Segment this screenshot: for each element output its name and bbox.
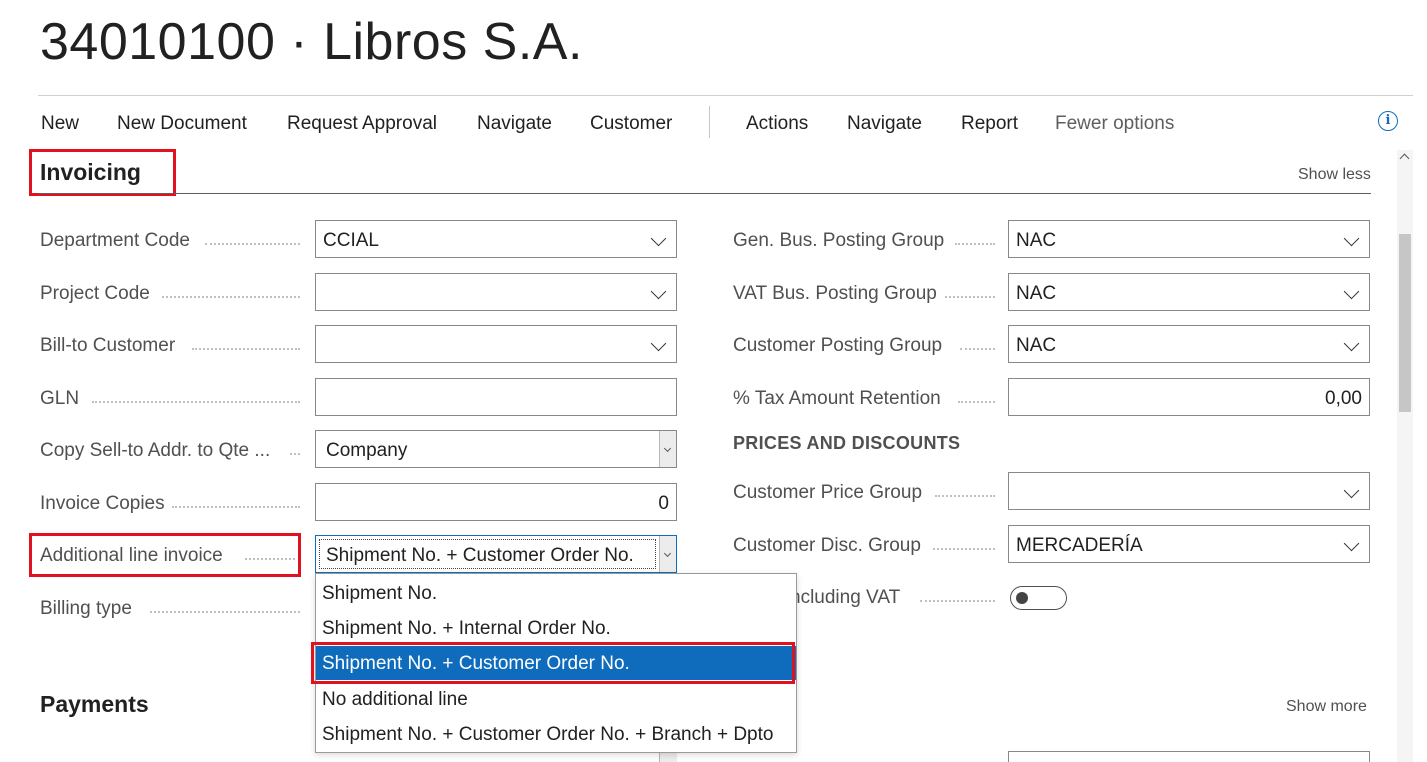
customer-disc-group-field[interactable]: MERCADERÍA	[1008, 525, 1370, 563]
additional-line-invoice-select[interactable]: Shipment No. + Customer Order No.	[315, 535, 677, 573]
chevron-down-icon	[650, 335, 667, 352]
chevron-down-icon	[650, 230, 667, 247]
gln-field[interactable]	[315, 378, 677, 416]
customer-price-group-label: Customer Price Group	[733, 482, 923, 503]
action-actions[interactable]: Actions	[746, 113, 808, 135]
invoice-copies-field[interactable]: 0	[315, 483, 677, 521]
gen-bus-posting-group-label: Gen. Bus. Posting Group	[733, 230, 945, 251]
tax-amount-retention-field[interactable]: 0,00	[1008, 378, 1370, 416]
action-bar: New New Document Request Approval Naviga…	[38, 95, 1413, 151]
action-navigate[interactable]: Navigate	[477, 113, 552, 135]
prices-and-discounts-heading: PRICES AND DISCOUNTS	[733, 433, 961, 453]
vat-bus-posting-group-label: VAT Bus. Posting Group	[733, 283, 937, 304]
action-separator	[709, 106, 710, 138]
prices-including-vat-toggle[interactable]	[1010, 586, 1067, 610]
leader-dots	[290, 453, 300, 455]
page-title: 34010100 · Libros S.A.	[40, 13, 583, 71]
project-code-label: Project Code	[40, 283, 150, 304]
leader-dots	[945, 296, 995, 298]
annotation-box-selected-option	[311, 642, 795, 684]
department-code-field[interactable]: CCIAL	[315, 220, 677, 258]
leader-dots	[172, 506, 300, 508]
bill-to-customer-field[interactable]	[315, 325, 677, 363]
action-new-document[interactable]: New Document	[117, 113, 247, 135]
leader-dots	[955, 243, 995, 245]
action-request-approval[interactable]: Request Approval	[287, 113, 437, 135]
leader-dots	[958, 401, 995, 403]
show-more-link[interactable]: Show more	[1286, 698, 1367, 716]
dropdown-option[interactable]: Shipment No. + Internal Order No.	[316, 611, 796, 645]
dropdown-option[interactable]: Shipment No.	[316, 576, 796, 610]
invoice-copies-label: Invoice Copies	[40, 493, 165, 514]
billing-type-label: Billing type	[40, 598, 132, 619]
section-divider	[38, 193, 1371, 194]
annotation-box-invoicing	[29, 149, 176, 196]
chevron-down-icon	[650, 283, 667, 300]
info-icon[interactable]: i	[1378, 111, 1398, 131]
toggle-knob	[1016, 592, 1028, 604]
action-report[interactable]: Report	[961, 113, 1018, 135]
chevron-down-icon	[1343, 335, 1360, 352]
gen-bus-posting-group-field[interactable]: NAC	[1008, 220, 1370, 258]
leader-dots	[935, 495, 995, 497]
fewer-options-button[interactable]: Fewer options	[1055, 113, 1174, 135]
action-navigate-2[interactable]: Navigate	[847, 113, 922, 135]
prices-including-vat-label: ncluding VAT	[790, 587, 901, 608]
chevron-down-icon	[1343, 535, 1360, 552]
customer-disc-group-label: Customer Disc. Group	[733, 535, 921, 556]
leader-dots	[162, 296, 300, 298]
action-customer[interactable]: Customer	[590, 113, 672, 135]
customer-posting-group-label: Customer Posting Group	[733, 335, 943, 356]
tax-amount-retention-label: % Tax Amount Retention	[733, 388, 941, 409]
select-arrow-icon	[659, 536, 676, 572]
leader-dots	[192, 348, 300, 350]
select-arrow-icon	[659, 431, 676, 467]
leader-dots	[205, 243, 300, 245]
customer-posting-group-field[interactable]: NAC	[1008, 325, 1370, 363]
payments-field-partial[interactable]	[1008, 751, 1370, 762]
copy-sell-to-label: Copy Sell-to Addr. to Qte ...	[40, 440, 271, 461]
chevron-down-icon	[1343, 230, 1360, 247]
dropdown-option[interactable]: Shipment No. + Customer Order No. + Bran…	[316, 717, 796, 751]
leader-dots	[933, 548, 995, 550]
department-code-label: Department Code	[40, 230, 190, 251]
leader-dots	[960, 348, 995, 350]
customer-price-group-field[interactable]	[1008, 472, 1370, 510]
leader-dots	[150, 611, 300, 613]
dropdown-option[interactable]: No additional line	[316, 682, 796, 716]
leader-dots	[92, 401, 300, 403]
payments-section-title[interactable]: Payments	[40, 691, 149, 718]
vat-bus-posting-group-field[interactable]: NAC	[1008, 273, 1370, 311]
chevron-down-icon	[1343, 482, 1360, 499]
copy-sell-to-select[interactable]: Company	[315, 430, 677, 468]
leader-dots	[920, 600, 995, 602]
show-less-link[interactable]: Show less	[1298, 166, 1371, 184]
scrollbar-thumb[interactable]	[1399, 234, 1411, 412]
gln-label: GLN	[40, 388, 80, 409]
bill-to-customer-label: Bill-to Customer	[40, 335, 176, 356]
project-code-field[interactable]	[315, 273, 677, 311]
action-new[interactable]: New	[41, 113, 79, 135]
chevron-down-icon	[1343, 283, 1360, 300]
annotation-box-additional-line	[29, 533, 301, 577]
